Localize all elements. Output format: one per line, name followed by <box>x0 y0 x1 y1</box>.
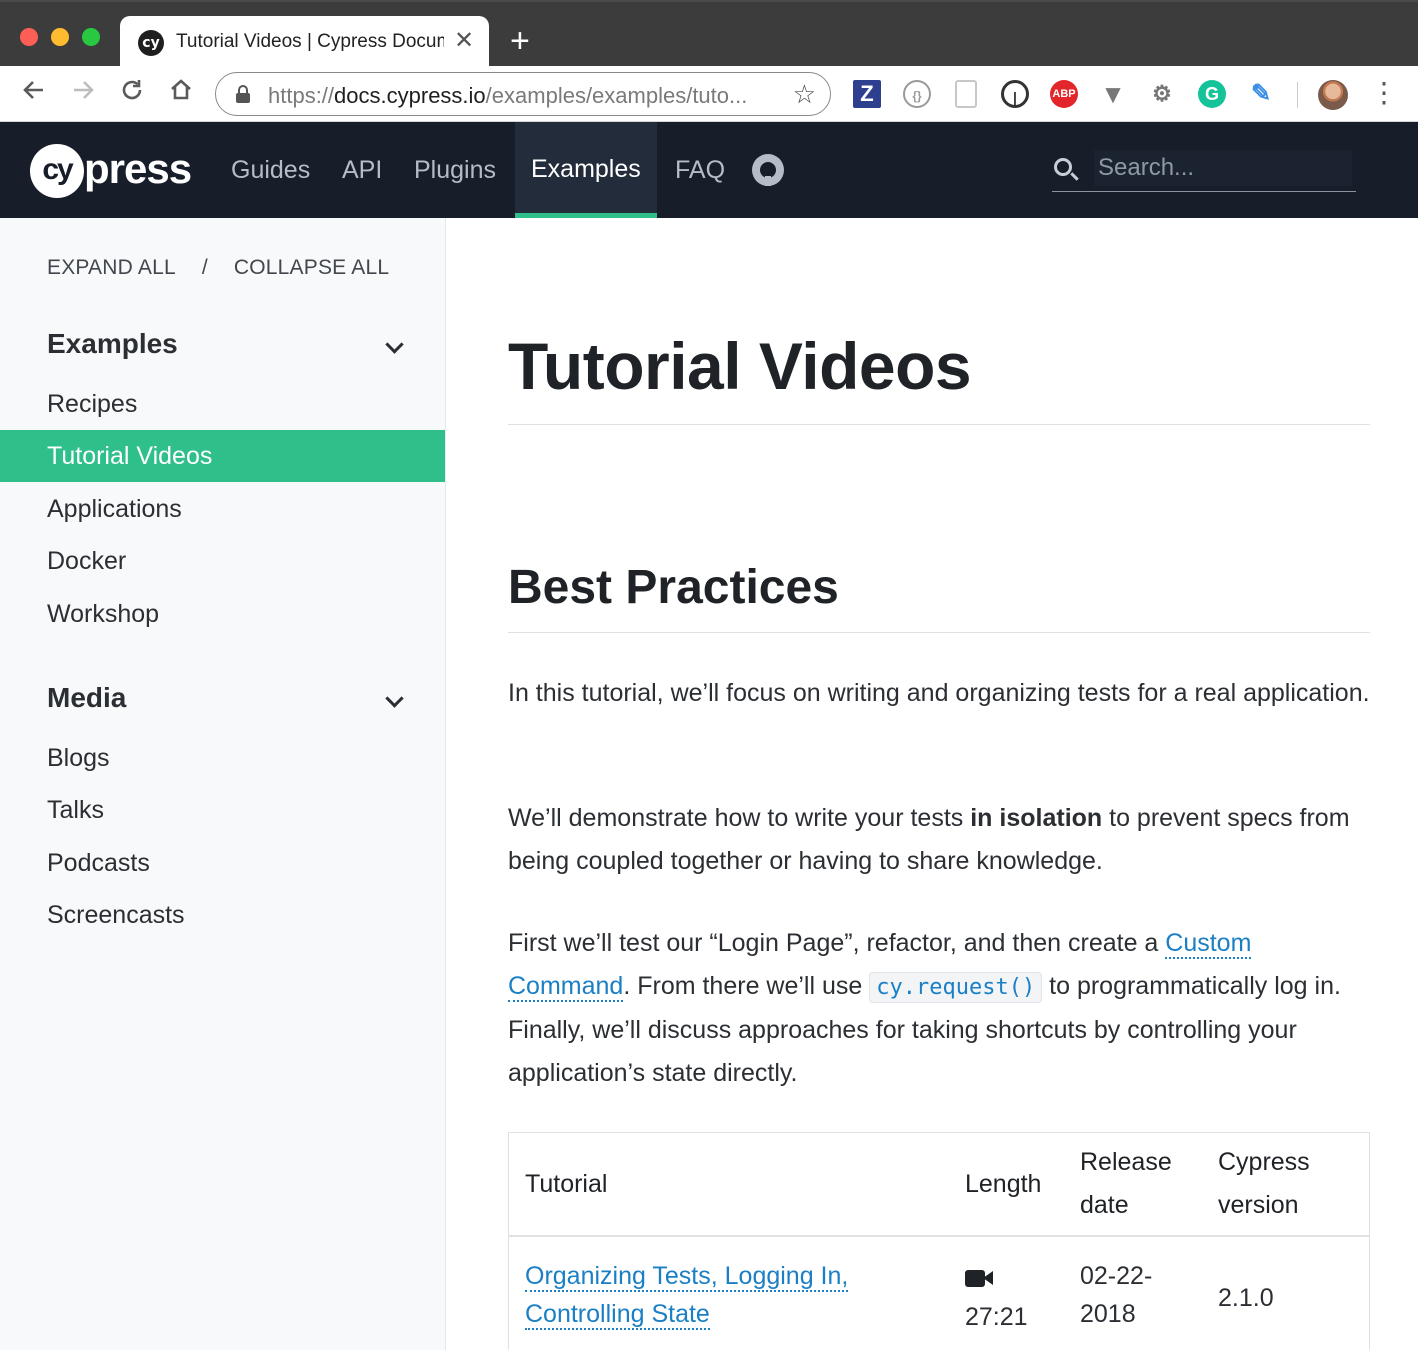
document-extension-icon[interactable] <box>955 80 977 108</box>
home-icon[interactable] <box>163 76 199 112</box>
tab-close-icon[interactable]: ✕ <box>454 28 474 54</box>
page-title: Tutorial Videos <box>508 329 972 403</box>
tab-title: Tutorial Videos | Cypress Documentation <box>176 31 444 52</box>
length-value: 27:21 <box>965 1303 1028 1331</box>
nav-faq[interactable]: FAQ <box>659 122 741 218</box>
nav-guides[interactable]: Guides <box>215 122 326 218</box>
logo-cy-badge: cy <box>30 144 84 198</box>
expand-collapse-controls: EXPAND ALL / COLLAPSE ALL <box>47 256 389 280</box>
custom-command-paragraph: First we’ll test our “Login Page”, refac… <box>508 929 1341 1087</box>
column-header-release-date: Release date <box>1080 1148 1172 1219</box>
back-arrow-icon[interactable] <box>16 76 52 112</box>
cypress-favicon-icon: cy <box>138 30 164 56</box>
cy-request-code: cy.request() <box>869 972 1043 1003</box>
sidebar-item-docker[interactable]: Docker <box>0 535 445 587</box>
browser-tab-active[interactable]: cy Tutorial Videos | Cypress Documentati… <box>120 16 489 68</box>
browser-tab-bar: cy Tutorial Videos | Cypress Documentati… <box>0 0 1418 68</box>
sidebar-group-examples[interactable]: Examples <box>47 328 178 360</box>
password-manager-extension-icon[interactable]: | <box>1001 80 1029 108</box>
cypress-version-cell: 2.1.0 <box>1218 1284 1274 1312</box>
sidebar-item-talks[interactable]: Talks <box>0 784 445 836</box>
search-input[interactable] <box>1094 150 1352 186</box>
column-header-tutorial: Tutorial <box>525 1170 608 1198</box>
tutorial-cell: Organizing Tests, Logging In, Controllin… <box>525 1257 925 1333</box>
section-divider <box>508 632 1370 633</box>
intro-paragraph: In this tutorial, we’ll focus on writing… <box>508 679 1370 707</box>
expand-collapse-separator: / <box>201 256 208 279</box>
chevron-down-icon[interactable] <box>386 338 402 354</box>
chevron-down-icon[interactable] <box>386 692 402 708</box>
reload-icon[interactable] <box>114 76 150 112</box>
json-viewer-extension-icon[interactable]: {} <box>903 80 931 108</box>
robot-extension-icon[interactable]: ⚙ <box>1148 80 1176 108</box>
section-heading-best-practices: Best Practices <box>508 561 839 614</box>
url-text[interactable]: https://docs.cypress.io/examples/example… <box>268 83 778 109</box>
forward-arrow-icon[interactable] <box>65 76 101 112</box>
sidebar-item-workshop[interactable]: Workshop <box>0 588 445 640</box>
new-tab-button[interactable]: + <box>510 24 530 58</box>
browser-toolbar: https://docs.cypress.io/examples/example… <box>0 66 1418 122</box>
table-header-row: Tutorial Length Release date Cypress ver… <box>509 1133 1369 1237</box>
bookmark-star-icon[interactable]: ☆ <box>793 79 816 110</box>
github-icon[interactable] <box>752 154 784 186</box>
sidebar-item-screencasts[interactable]: Screencasts <box>0 889 445 941</box>
video-camera-icon <box>965 1270 993 1287</box>
sidebar-item-recipes[interactable]: Recipes <box>0 378 445 430</box>
sidebar-item-blogs[interactable]: Blogs <box>0 732 445 784</box>
nav-examples[interactable]: Examples <box>515 122 657 218</box>
grammarly-extension-icon[interactable]: G <box>1198 80 1226 108</box>
tutorial-link-organizing-tests[interactable]: Organizing Tests, Logging In, Controllin… <box>525 1262 849 1330</box>
column-header-length: Length <box>965 1170 1042 1198</box>
title-divider <box>508 424 1370 425</box>
bold-in-isolation: in isolation <box>970 804 1103 832</box>
sidebar-item-tutorial-videos[interactable]: Tutorial Videos <box>0 430 445 482</box>
table-row: Organizing Tests, Logging In, Controllin… <box>509 1237 1369 1350</box>
window-close-button[interactable] <box>20 28 38 46</box>
length-cell: 27:21 <box>965 1257 1055 1336</box>
zotero-extension-icon[interactable]: Z <box>853 80 881 108</box>
browser-menu-icon[interactable]: ⋮ <box>1370 78 1398 108</box>
search-icon <box>1054 158 1072 176</box>
sidebar-group-media[interactable]: Media <box>47 682 126 714</box>
profile-avatar[interactable] <box>1318 80 1348 110</box>
release-date-cell: 02-22-2018 <box>1080 1262 1153 1328</box>
nav-plugins[interactable]: Plugins <box>398 122 512 218</box>
site-header: cy press Guides API Plugins Examples FAQ <box>0 122 1418 218</box>
isolation-paragraph: We’ll demonstrate how to write your test… <box>508 804 1350 875</box>
sidebar-item-podcasts[interactable]: Podcasts <box>0 837 445 889</box>
lock-icon <box>236 85 250 103</box>
toolbar-divider <box>1297 82 1298 108</box>
tutorial-videos-table: Tutorial Length Release date Cypress ver… <box>508 1132 1370 1350</box>
search-box <box>1052 148 1356 192</box>
logo-wordmark: press <box>84 145 192 192</box>
nav-api[interactable]: API <box>326 122 398 218</box>
expand-all-link[interactable]: EXPAND ALL <box>47 256 176 280</box>
sidebar: EXPAND ALL / COLLAPSE ALL Examples Recipes… <box>0 218 446 1350</box>
collapse-all-link[interactable]: COLLAPSE ALL <box>234 256 389 280</box>
address-bar[interactable]: https://docs.cypress.io/examples/example… <box>215 72 831 116</box>
feather-extension-icon[interactable]: ✎ <box>1247 80 1275 108</box>
column-header-cypress-version: Cypress version <box>1218 1148 1310 1219</box>
adblock-plus-extension-icon[interactable]: ABP <box>1050 80 1078 108</box>
window-zoom-button[interactable] <box>82 28 100 46</box>
sidebar-item-applications[interactable]: Applications <box>0 483 445 535</box>
vue-devtools-extension-icon[interactable]: ▼ <box>1099 80 1127 108</box>
window-minimize-button[interactable] <box>51 28 69 46</box>
